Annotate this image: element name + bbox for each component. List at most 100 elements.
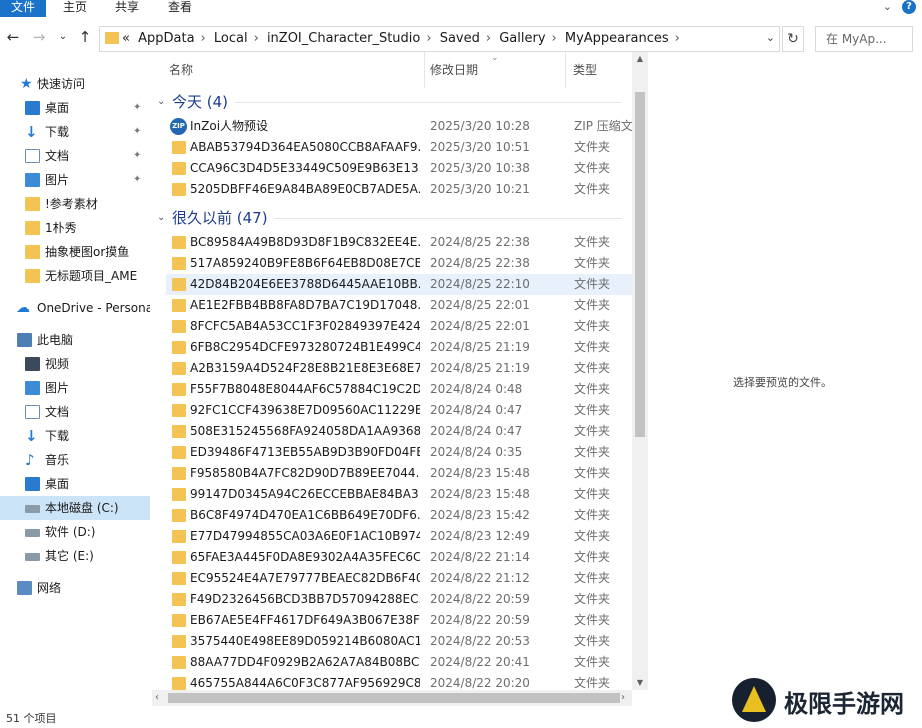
chevron-right-icon[interactable]: › xyxy=(552,31,557,46)
tab-file[interactable]: 文件 xyxy=(0,0,46,17)
refresh-button[interactable]: ↻ xyxy=(782,26,804,52)
list-item[interactable]: 99147D0345A94C26ECCEBBAE84BA3... 2024/8/2… xyxy=(166,484,632,505)
list-item[interactable]: BC89584A49B8D93D8F1B9C832EE4E... 2024/8/2… xyxy=(166,232,632,253)
sidebar-item-videos[interactable]: 视频 xyxy=(0,352,150,376)
up-button[interactable]: ↑ xyxy=(76,28,94,46)
column-header-name[interactable]: 名称 xyxy=(169,52,193,88)
breadcrumb-inzoi-character-studio[interactable]: inZOI_Character_Studio xyxy=(267,31,420,46)
sidebar-item-music[interactable]: ♪ 音乐 xyxy=(0,448,150,472)
scroll-left-icon[interactable]: ‹ xyxy=(155,690,159,706)
forward-button[interactable]: → xyxy=(30,28,48,46)
scroll-down-icon[interactable]: ▼ xyxy=(632,678,648,687)
pin-icon[interactable]: ✦ xyxy=(133,168,141,192)
sidebar-item-untitled-project[interactable]: 无标题项目_AME xyxy=(0,264,150,288)
expand-ribbon-icon[interactable]: ⌄ xyxy=(883,0,892,13)
sidebar-item-pictures[interactable]: 图片 ✦ xyxy=(0,168,150,192)
sidebar-item-documents[interactable]: 文档 ✦ xyxy=(0,144,150,168)
list-item[interactable]: ED39486F4713EB55AB9D3B90FD04FE... 2024/8/… xyxy=(166,442,632,463)
breadcrumb-gallery[interactable]: Gallery xyxy=(499,31,545,46)
breadcrumb-myappearances[interactable]: MyAppearances xyxy=(565,31,669,46)
list-item[interactable]: 3575440E498EE89D059214B6080AC1... 2024/8/… xyxy=(166,631,632,652)
horizontal-scroll-thumb[interactable] xyxy=(168,693,620,703)
recent-locations-icon[interactable]: ⌄ xyxy=(54,28,72,46)
column-divider[interactable] xyxy=(424,52,425,88)
sidebar-item-pc-downloads[interactable]: ↓ 下载 xyxy=(0,424,150,448)
sidebar-item-drive-c[interactable]: 本地磁盘 (C:) xyxy=(0,496,150,520)
list-item[interactable]: F55F7B8048E8044AF6C57884C19C2D... 2024/8/… xyxy=(166,379,632,400)
vertical-scroll-thumb[interactable] xyxy=(635,92,645,437)
sidebar-item-1puxiu[interactable]: 1朴秀 xyxy=(0,216,150,240)
back-button[interactable]: ← xyxy=(4,28,22,46)
file-date: 2024/8/23 15:42 xyxy=(430,508,530,522)
pin-icon[interactable]: ✦ xyxy=(133,144,141,168)
list-item[interactable]: ZIP InZoi人物预设 2025/3/20 10:28 ZIP 压缩文 xyxy=(166,116,632,137)
chevron-right-icon[interactable]: › xyxy=(486,31,491,46)
folder-icon xyxy=(172,404,186,417)
list-item[interactable]: A2B3159A4D524F28E8B21E8E3E68E7... 2024/8/… xyxy=(166,358,632,379)
sidebar-item-onedrive[interactable]: ☁ OneDrive - Persona xyxy=(0,296,150,320)
sidebar-item-pc-documents[interactable]: 文档 xyxy=(0,400,150,424)
breadcrumb-local[interactable]: Local xyxy=(214,31,248,46)
sidebar-item-reference[interactable]: !参考素材 xyxy=(0,192,150,216)
sidebar-item-desktop[interactable]: 桌面 ✦ xyxy=(0,96,150,120)
breadcrumb-saved[interactable]: Saved xyxy=(440,31,480,46)
list-item[interactable]: 517A859240B9FE8B6F64EB8D08E7CB... 2024/8/… xyxy=(166,253,632,274)
breadcrumb-appdata[interactable]: AppData xyxy=(138,31,194,46)
sidebar-item-quick-access[interactable]: ★ 快速访问 xyxy=(0,72,150,96)
list-item[interactable]: B6C8F4974D470EA1C6BB649E70DF6... 2024/8/2… xyxy=(166,505,632,526)
sidebar-item-drive-d[interactable]: 软件 (D:) xyxy=(0,520,150,544)
list-item[interactable]: 8FCFC5AB4A53CC1F3F02849397E424EF 2024/8/2… xyxy=(166,316,632,337)
list-item[interactable]: F958580B4A7FC82D90D7B89EE7044... 2024/8/2… xyxy=(166,463,632,484)
tab-view[interactable]: 查看 xyxy=(163,0,197,17)
chevron-right-icon[interactable]: › xyxy=(675,31,680,46)
chevron-right-icon[interactable]: › xyxy=(201,31,206,46)
column-header-date[interactable]: 修改日期 xyxy=(430,52,478,88)
list-item[interactable]: 88AA77DD4F0929B2A62A7A84B08BC... 2024/8/2… xyxy=(166,652,632,673)
scroll-up-icon[interactable]: ▲ xyxy=(632,54,648,63)
list-item[interactable]: CCA96C3D4D5E33449C509E9B63E13... 2025/3/2… xyxy=(166,158,632,179)
group-header-today[interactable]: ⌄ 今天 (4) xyxy=(152,90,622,114)
list-item[interactable]: EB67AE5E4FF4617DF649A3B067E38F28 2024/8/2… xyxy=(166,610,632,631)
list-item[interactable]: E77D47994855CA03A6E0F1AC10B974... 2024/8/… xyxy=(166,526,632,547)
sidebar-item-downloads[interactable]: ↓ 下载 ✦ xyxy=(0,120,150,144)
collapse-chevron-icon[interactable]: ⌄ xyxy=(157,90,165,114)
group-header-long-ago[interactable]: ⌄ 很久以前 (47) xyxy=(152,206,622,230)
file-type: 文件夹 xyxy=(574,529,611,543)
list-item[interactable]: 42D84B204E6EE3788D6445AAE10BB... 2024/8/2… xyxy=(166,274,632,295)
scroll-right-icon[interactable]: › xyxy=(621,690,625,706)
pin-icon[interactable]: ✦ xyxy=(133,120,141,144)
sidebar-item-this-pc[interactable]: 此电脑 xyxy=(0,328,150,352)
list-item[interactable]: AE1E2FBB4BB8FA8D7BA7C19D17048... 2024/8/2… xyxy=(166,295,632,316)
list-item[interactable]: F49D2326456BCD3BB7D57094288EC... 2024/8/2… xyxy=(166,589,632,610)
file-name: InZoi人物预设 xyxy=(190,119,269,133)
sidebar-item-memes[interactable]: 抽象梗图or摸鱼 xyxy=(0,240,150,264)
chevron-right-icon[interactable]: › xyxy=(254,31,259,46)
chevron-right-icon[interactable]: › xyxy=(426,31,431,46)
file-date: 2025/3/20 10:51 xyxy=(430,140,530,154)
sidebar-item-drive-e[interactable]: 其它 (E:) xyxy=(0,544,150,568)
sidebar-item-pc-pictures[interactable]: 图片 xyxy=(0,376,150,400)
help-button[interactable]: ? xyxy=(902,0,916,14)
list-item[interactable]: 92FC1CCF439638E7D09560AC11229B... 2024/8/… xyxy=(166,400,632,421)
list-item[interactable]: EC95524E4A7E79777BEAEC82DB6F40... 2024/8/… xyxy=(166,568,632,589)
list-item[interactable]: ABAB53794D364EA5080CCB8AFAAF9... 2025/3/2… xyxy=(166,137,632,158)
tab-home[interactable]: 主页 xyxy=(58,0,92,17)
collapse-chevron-icon[interactable]: ⌄ xyxy=(157,206,165,230)
vertical-scrollbar[interactable]: ▲ ▼ xyxy=(632,52,648,690)
search-input[interactable]: 在 MyAp... xyxy=(815,26,913,52)
list-item[interactable]: 6FB8C2954DCFE973280724B1E499C4... 2024/8/… xyxy=(166,337,632,358)
column-divider[interactable] xyxy=(565,52,566,88)
tab-share[interactable]: 共享 xyxy=(110,0,144,17)
sidebar-item-network[interactable]: 网络 xyxy=(0,576,150,600)
list-item[interactable]: 5205DBFF46E9A84BA89E0CB7ADE5A... 2025/3/2… xyxy=(166,179,632,200)
address-dropdown-icon[interactable]: ⌄ xyxy=(766,31,775,44)
horizontal-scrollbar[interactable]: ‹ › xyxy=(152,690,632,706)
list-item[interactable]: 508E315245568FA924058DA1AA9368... 2024/8/… xyxy=(166,421,632,442)
sidebar-item-pc-desktop[interactable]: 桌面 xyxy=(0,472,150,496)
list-item[interactable]: 65FAE3A445F0DA8E9302A4A35FEC6C... 2024/8/… xyxy=(166,547,632,568)
pin-icon[interactable]: ✦ xyxy=(133,96,141,120)
document-icon xyxy=(25,149,40,163)
column-header-type[interactable]: 类型 xyxy=(573,52,597,88)
breadcrumb-overflow[interactable]: « xyxy=(122,31,130,46)
address-bar[interactable]: « AppData › Local › inZOI_Character_Studio… xyxy=(99,26,780,52)
